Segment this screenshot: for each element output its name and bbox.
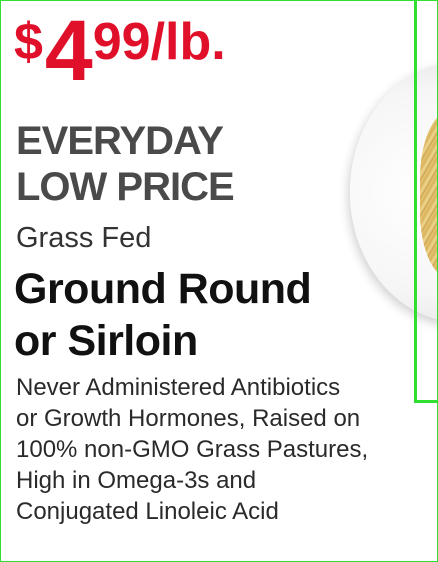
selection-frame-divider (414, 0, 417, 403)
description-line: Conjugated Linoleic Acid (16, 498, 279, 525)
price-tag: $499/lb. (14, 8, 226, 94)
description-line: or Growth Hormones, Raised on (16, 405, 361, 432)
price-dollars: 4 (44, 3, 93, 99)
price-unit: /lb. (150, 13, 226, 71)
description-line: 100% non-GMO Grass Pastures, (16, 436, 369, 463)
product-title-line-1: Ground Round (14, 265, 312, 313)
banner-line-1: EVERYDAY (16, 119, 224, 163)
product-title-line-2: or Sirloin (14, 317, 198, 365)
description-line: Never Administered Antibiotics (16, 374, 341, 401)
product-subtitle: Grass Fed (16, 222, 152, 254)
everyday-low-price-banner: EVERYDAY LOW PRICE (16, 118, 235, 210)
product-description: Never Administered Antibiotics or Growth… (16, 372, 368, 527)
description-line: High in Omega-3s and (16, 467, 257, 494)
price-currency: $ (14, 13, 43, 71)
price-ad: $499/lb. EVERYDAY LOW PRICE Grass Fed Gr… (0, 0, 438, 562)
price-cents: 99 (92, 13, 151, 71)
banner-line-2: LOW PRICE (16, 165, 235, 209)
selection-frame-corner (414, 400, 438, 403)
product-title: Ground Round or Sirloin (14, 263, 312, 367)
